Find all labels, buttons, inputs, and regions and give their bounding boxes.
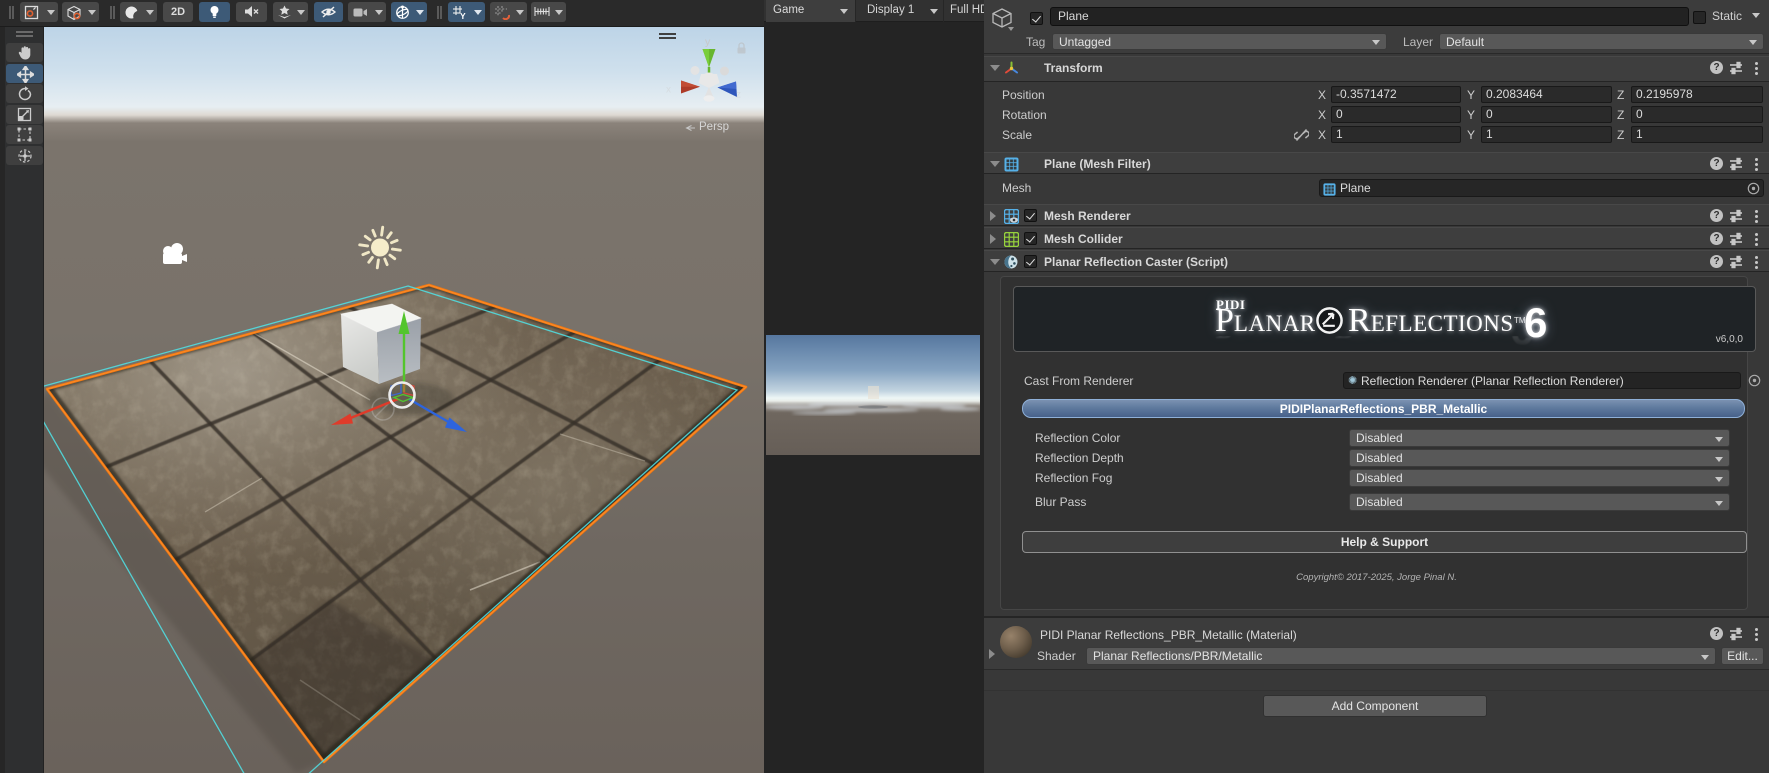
svg-text:y: y	[705, 36, 711, 48]
svg-text:x: x	[666, 85, 671, 96]
svg-text:z: z	[736, 90, 741, 101]
svg-text:Y: Y	[460, 11, 466, 20]
